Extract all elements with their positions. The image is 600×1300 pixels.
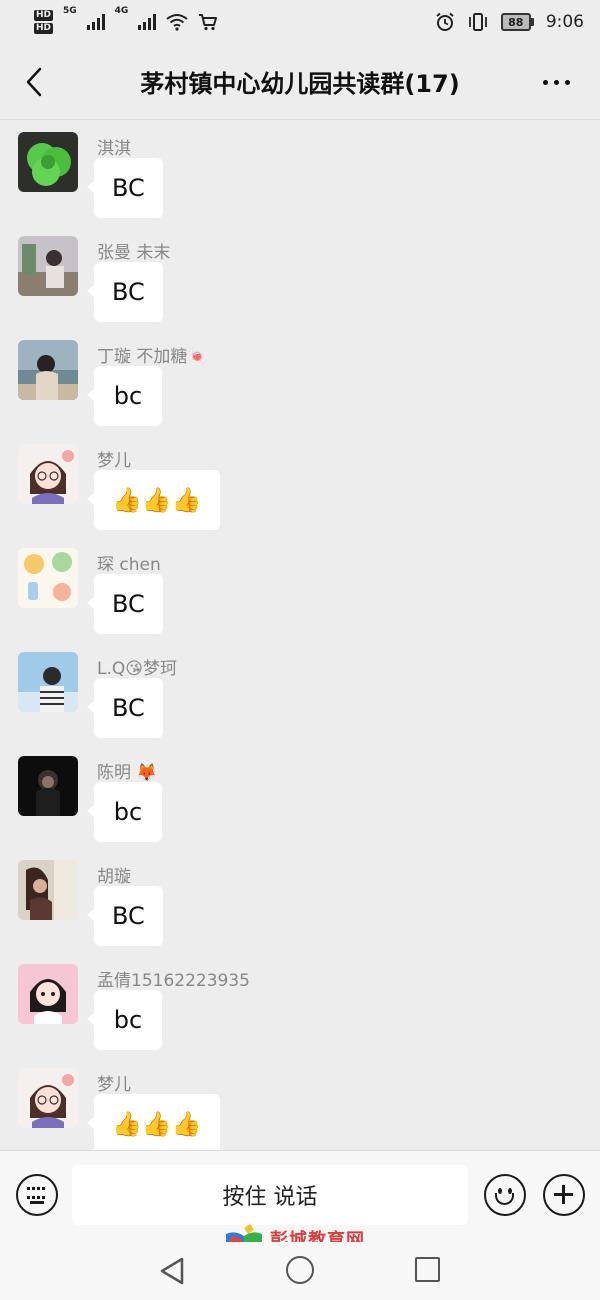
avatar[interactable] bbox=[18, 652, 78, 712]
message-bubble[interactable]: BC bbox=[87, 158, 163, 218]
avatar[interactable] bbox=[18, 1068, 78, 1128]
hold-to-talk-button[interactable]: 按住 说话 bbox=[72, 1165, 468, 1225]
sender-name: L.Q😘梦珂 bbox=[97, 659, 177, 679]
status-bar: HD HD 5G 4G 88 9:06 bbox=[0, 0, 600, 44]
avatar[interactable] bbox=[18, 964, 78, 1024]
avatar[interactable] bbox=[18, 444, 78, 504]
message-list[interactable]: 淇淇 BC 张曼 未末 BC 丁璇 不加糖🍬 bc 梦儿 👍👍👍 琛 chen … bbox=[0, 128, 600, 1150]
sender-name: 陈明 🦊 bbox=[97, 763, 158, 783]
sender-name: 胡璇 bbox=[97, 867, 131, 887]
chat-header: 茅村镇中心幼儿园共读群(17) bbox=[0, 44, 600, 120]
hd-badge-1: HD bbox=[34, 10, 54, 21]
avatar[interactable] bbox=[18, 860, 78, 920]
message-bubble[interactable]: bc bbox=[87, 990, 162, 1050]
message-bubble[interactable]: BC bbox=[87, 262, 163, 322]
clock-time: 9:06 bbox=[545, 12, 584, 32]
more-dots-icon bbox=[542, 79, 548, 85]
message-bubble[interactable]: 👍👍👍 bbox=[87, 470, 220, 530]
signal-icon-1 bbox=[86, 14, 105, 30]
sender-name: 孟倩15162223935 bbox=[97, 971, 250, 991]
avatar[interactable] bbox=[18, 340, 78, 400]
message-item: L.Q😘梦珂 BC bbox=[0, 648, 600, 752]
message-bubble[interactable]: bc bbox=[87, 782, 162, 842]
message-bubble[interactable]: 👍👍👍 bbox=[87, 1094, 220, 1150]
cart-icon bbox=[199, 14, 218, 31]
message-item: 淇淇 BC bbox=[0, 128, 600, 232]
nav-home-icon[interactable] bbox=[286, 1256, 314, 1284]
avatar[interactable] bbox=[18, 236, 78, 296]
battery-level: 88 bbox=[500, 13, 531, 31]
hd-badge-2: HD bbox=[34, 23, 54, 34]
message-item: 丁璇 不加糖🍬 bc bbox=[0, 336, 600, 440]
message-bubble[interactable]: BC bbox=[87, 886, 163, 946]
network-4g-label: 4G bbox=[114, 6, 129, 16]
network-5g-label: 5G bbox=[63, 6, 77, 16]
battery-icon: 88 bbox=[500, 13, 534, 31]
message-item: 胡璇 BC bbox=[0, 856, 600, 960]
sender-name: 丁璇 不加糖🍬 bbox=[97, 347, 209, 367]
back-button[interactable] bbox=[16, 64, 52, 100]
system-nav-bar bbox=[0, 1242, 600, 1300]
sender-name: 张曼 未末 bbox=[97, 243, 171, 263]
sender-name: 琛 chen bbox=[97, 555, 161, 575]
avatar[interactable] bbox=[18, 756, 78, 816]
chat-title: 茅村镇中心幼儿园共读群(17) bbox=[140, 70, 460, 98]
more-button[interactable] bbox=[536, 64, 576, 100]
alarm-icon bbox=[436, 12, 454, 31]
vibrate-icon bbox=[468, 13, 487, 31]
signal-icon-2 bbox=[138, 14, 157, 30]
message-item: 琛 chen BC bbox=[0, 544, 600, 648]
emoji-button[interactable] bbox=[484, 1174, 526, 1216]
sender-name: 梦儿 bbox=[97, 451, 131, 471]
message-bubble[interactable]: BC bbox=[87, 678, 163, 738]
message-bubble[interactable]: BC bbox=[87, 574, 163, 634]
message-item: 张曼 未末 BC bbox=[0, 232, 600, 336]
back-arrow-icon bbox=[26, 67, 42, 97]
plus-button[interactable] bbox=[543, 1174, 585, 1216]
wifi-icon bbox=[166, 14, 188, 31]
message-item: 梦儿 👍👍👍 bbox=[0, 440, 600, 544]
keyboard-icon bbox=[27, 1187, 46, 1202]
message-item: 陈明 🦊 bc bbox=[0, 752, 600, 856]
sender-name: 梦儿 bbox=[97, 1075, 131, 1095]
message-item: 孟倩15162223935 bc bbox=[0, 960, 600, 1064]
message-item: 梦儿 👍👍👍 bbox=[0, 1064, 600, 1150]
sender-name: 淇淇 bbox=[97, 139, 131, 159]
nav-back-icon[interactable] bbox=[158, 1256, 186, 1286]
keyboard-toggle-button[interactable] bbox=[16, 1174, 58, 1216]
message-bubble[interactable]: bc bbox=[87, 366, 162, 426]
avatar[interactable] bbox=[18, 548, 78, 608]
nav-recents-icon[interactable] bbox=[415, 1257, 440, 1282]
avatar[interactable] bbox=[18, 132, 78, 192]
